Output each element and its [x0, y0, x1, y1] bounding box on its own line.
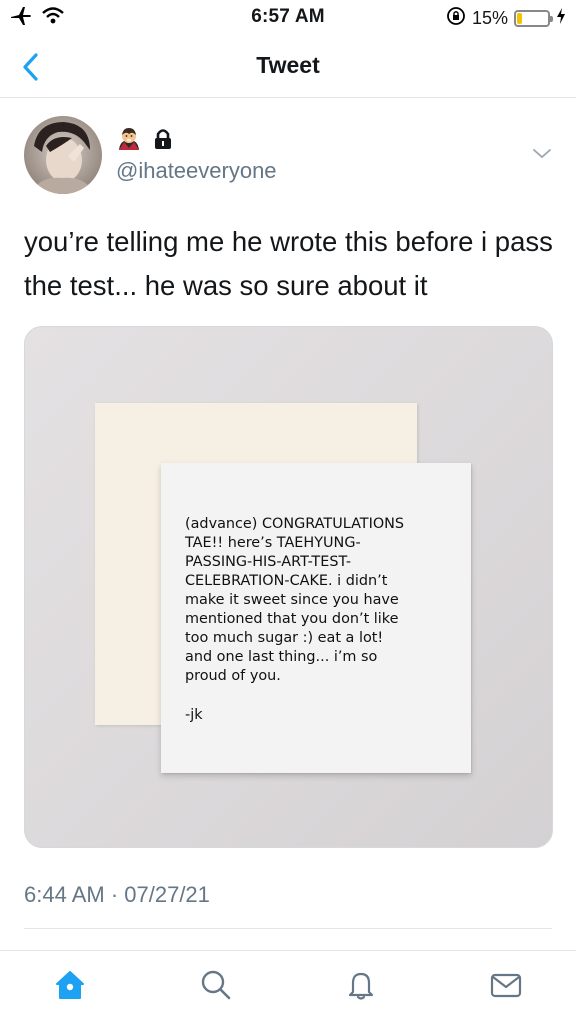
home-icon: [56, 971, 84, 999]
lock-icon: [154, 128, 172, 155]
battery-icon: [514, 10, 553, 27]
nav-bar: Tweet: [0, 36, 576, 98]
battery-percent: 15%: [471, 8, 508, 28]
tab-bar: [0, 950, 576, 1024]
charging-bolt-icon: [556, 8, 566, 29]
vampire-emoji: [116, 126, 142, 157]
status-right: 15%: [446, 6, 566, 31]
avatar[interactable]: [24, 116, 102, 194]
note-signature: -jk: [185, 707, 203, 723]
tab-home[interactable]: [50, 965, 90, 1005]
note-card: (advance) CONGRATULATIONS TAE!! here’s T…: [161, 463, 471, 773]
divider: [24, 928, 552, 929]
battery-level: [517, 13, 522, 24]
tab-search[interactable]: [196, 965, 236, 1005]
tweet-media[interactable]: (advance) CONGRATULATIONS TAE!! here’s T…: [24, 326, 553, 848]
messages-icon: [490, 973, 522, 998]
tweet-timestamp: 6:44 AM · 07/27/21: [24, 882, 210, 907]
tab-notifications[interactable]: [341, 965, 381, 1005]
page-title: Tweet: [256, 52, 320, 78]
tweet-options-button[interactable]: [530, 142, 554, 166]
search-icon: [201, 970, 231, 1000]
name-icons: [116, 126, 172, 157]
orientation-lock-icon: [446, 6, 466, 31]
status-bar: 6:57 AM 15%: [0, 0, 576, 36]
notifications-icon: [348, 972, 374, 1000]
tab-messages[interactable]: [486, 965, 526, 1005]
note-text: (advance) CONGRATULATIONS TAE!! here’s T…: [185, 516, 405, 684]
tweet-text: you’re telling me he wrote this before i…: [24, 226, 553, 301]
chevron-down-icon: [533, 149, 551, 159]
user-handle[interactable]: @ihateeveryone: [116, 158, 277, 184]
